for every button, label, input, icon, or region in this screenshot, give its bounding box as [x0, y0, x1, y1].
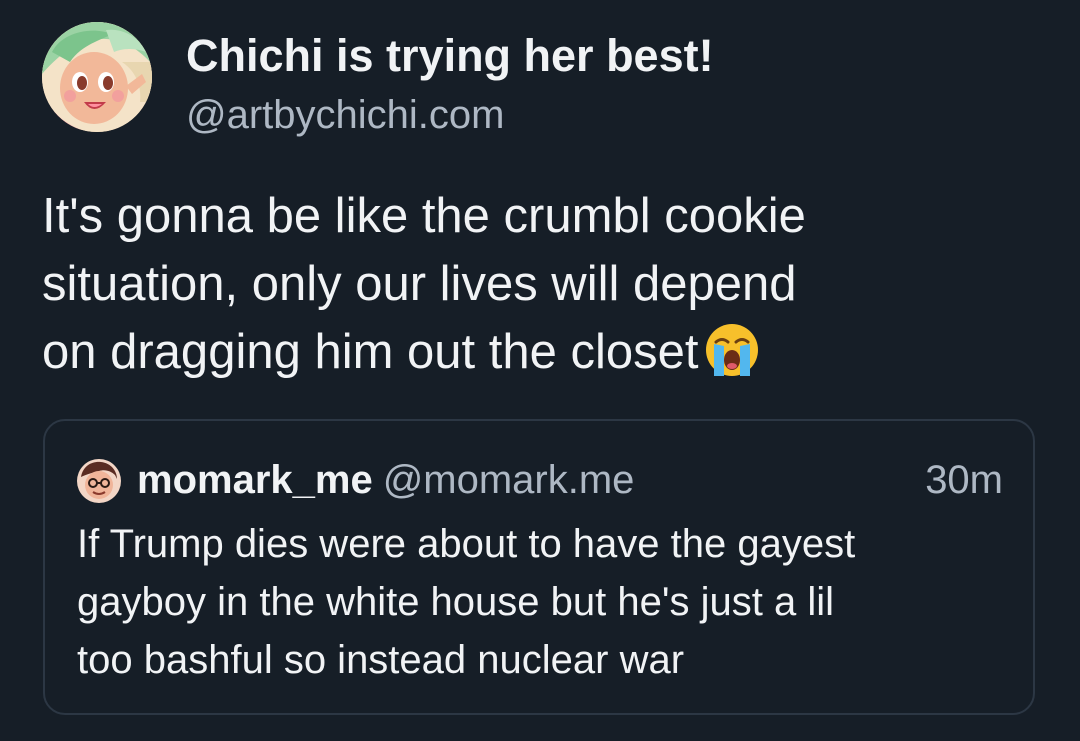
post-text-line: It's gonna be like the crumbl cookie [42, 189, 806, 243]
author-avatar[interactable] [42, 22, 152, 132]
quote-card[interactable]: momark_me @momark.me 30m If Trump dies we… [43, 419, 1035, 715]
anime-girl-avatar-icon [42, 22, 152, 132]
quote-text-line: If Trump dies were about to have the gay… [77, 522, 856, 566]
quote-text-line: gayboy in the white house but he's just … [77, 580, 834, 624]
quote-timestamp[interactable]: 30m [925, 453, 1003, 507]
post: Chichi is trying her best! @artbychichi.… [0, 0, 1080, 741]
quote-header: momark_me @momark.me [137, 453, 634, 507]
quote-author-avatar[interactable] [77, 459, 121, 503]
post-text-line-content: on dragging him out the closet [42, 325, 699, 379]
loudly-crying-face-icon [706, 324, 759, 376]
post-text: It's gonna be like the crumbl cookie sit… [42, 182, 1042, 386]
post-text-line: on dragging him out the closet [42, 318, 1042, 386]
quote-author-handle[interactable]: @momark.me [383, 458, 635, 502]
quote-author-display-name[interactable]: momark_me [137, 458, 373, 502]
post-text-line: situation, only our lives will depend [42, 257, 797, 311]
cartoon-face-avatar-icon [77, 459, 121, 503]
quote-text-line: too bashful so instead nuclear war [77, 638, 685, 682]
author-display-name[interactable]: Chichi is trying her best! [186, 28, 714, 84]
author-handle[interactable]: @artbychichi.com [186, 88, 504, 142]
quote-text: If Trump dies were about to have the gay… [77, 515, 1017, 689]
